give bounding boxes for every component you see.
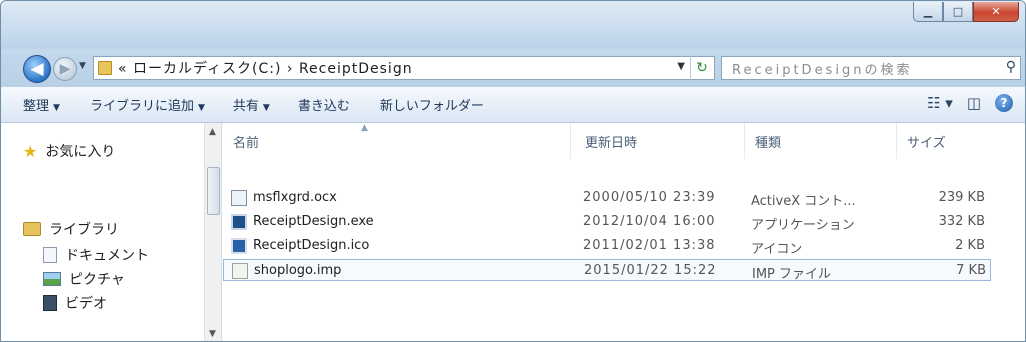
file-type: アプリケーション [751, 218, 855, 233]
file-date: 2000/05/10 23:39 [583, 190, 716, 205]
close-button[interactable]: ✕ [973, 2, 1019, 22]
scroll-up-icon[interactable]: ▲ [209, 127, 216, 137]
view-tools: ☷ ▾ ◫ ? [927, 94, 1013, 112]
burn-button[interactable]: 書き込む [298, 95, 350, 114]
file-row-selected[interactable]: shoplogo.imp 2015/01/22 15:22 IMP ファイル 7… [223, 259, 991, 282]
file-date: 2015/01/22 15:22 [584, 263, 717, 278]
search-icon[interactable]: ⚲ [1006, 59, 1016, 75]
column-header-label: サイズ [907, 135, 946, 151]
burn-label: 書き込む [297, 99, 350, 114]
nav-item-label: お気に入り [45, 144, 116, 160]
nav-item-videos[interactable]: ビデオ [43, 293, 107, 313]
star-icon: ★ [23, 141, 38, 161]
file-name: shoplogo.imp [254, 263, 342, 278]
exe-file-icon [231, 214, 247, 230]
help-icon[interactable]: ? [995, 94, 1013, 112]
file-type: IMP ファイル [752, 267, 832, 282]
nav-item-label: ピクチャ [69, 272, 125, 288]
navigation-pane: ★ お気に入り ライブラリ ドキュメント ピクチャ ビデオ ▲ ▼ [1, 123, 222, 341]
forward-button[interactable]: ▶ [53, 57, 77, 81]
file-name: msflxgrd.ocx [253, 190, 337, 205]
column-header-label: 更新日時 [585, 135, 638, 151]
share-label: 共有 [232, 99, 259, 114]
view-options-icon[interactable]: ☷ ▾ [927, 94, 953, 112]
add-to-library-button[interactable]: ライブラリに追加 ▼ [90, 95, 205, 114]
address-row: ◀ ▶ ▼ « ローカルディスク(C:) › ReceiptDesign ▼ ↻… [1, 49, 1025, 87]
title-bar: ▁ □ ✕ [1, 1, 1025, 49]
address-path[interactable]: « ローカルディスク(C:) › ReceiptDesign [118, 58, 413, 78]
column-header-name[interactable]: 名前 [223, 123, 571, 159]
file-date: 2011/02/01 13:38 [583, 238, 716, 253]
folder-icon [98, 61, 112, 75]
videos-icon [43, 295, 57, 311]
file-name: ReceiptDesign.ico [253, 238, 370, 253]
recent-pages-dropdown-icon[interactable]: ▼ [79, 61, 86, 71]
nav-item-pictures[interactable]: ピクチャ [43, 269, 125, 289]
new-folder-button[interactable]: 新しいフォルダー [380, 95, 484, 114]
explorer-window: ▁ □ ✕ ◀ ▶ ▼ « ローカルディスク(C:) › ReceiptDesi… [0, 0, 1026, 342]
command-bar: 整理 ▼ ライブラリに追加 ▼ 共有 ▼ 書き込む 新しいフォルダー ☷ ▾ ◫ ? [1, 87, 1025, 123]
file-type: アイコン [751, 242, 803, 257]
address-history-dropdown-icon[interactable]: ▼ [677, 61, 686, 72]
refresh-icon[interactable]: ↻ [690, 56, 714, 80]
column-header-date[interactable]: 更新日時 [575, 123, 745, 159]
nav-item-documents[interactable]: ドキュメント [43, 245, 149, 265]
documents-icon [43, 247, 57, 263]
nav-item-libraries[interactable]: ライブラリ [23, 219, 119, 239]
minimize-button[interactable]: ▁ [913, 2, 943, 22]
chevron-down-icon: ▼ [262, 103, 270, 113]
file-size: 7 KB [956, 263, 986, 278]
organize-label: 整理 [23, 99, 50, 114]
file-size: 239 KB [938, 190, 985, 205]
search-placeholder: ReceiptDesignの検索 [732, 62, 913, 78]
pictures-icon [43, 272, 61, 286]
address-bar[interactable]: « ローカルディスク(C:) › ReceiptDesign ▼ ↻ [93, 56, 715, 80]
file-size: 332 KB [938, 214, 985, 229]
preview-pane-icon[interactable]: ◫ [967, 94, 981, 112]
column-header-size[interactable]: サイズ [897, 123, 991, 159]
add-to-library-label: ライブラリに追加 [89, 99, 194, 114]
new-folder-label: 新しいフォルダー [379, 99, 484, 114]
file-list: 名前 ▲ 更新日時 種類 サイズ msflxgrd.ocx 2000/05/10… [223, 123, 1025, 341]
column-header-type[interactable]: 種類 [745, 123, 897, 159]
scroll-down-icon[interactable]: ▼ [209, 329, 216, 339]
file-type: ActiveX コント... [751, 194, 856, 209]
imp-file-icon [232, 263, 248, 279]
scrollbar-thumb[interactable] [207, 167, 220, 215]
file-date: 2012/10/04 16:00 [583, 214, 716, 229]
caption-buttons: ▁ □ ✕ [913, 2, 1019, 22]
column-header-label: 名前 [233, 135, 260, 151]
chevron-down-icon: ▼ [197, 103, 205, 113]
ocx-file-icon [231, 190, 247, 206]
share-button[interactable]: 共有 ▼ [233, 95, 270, 114]
chevron-down-icon: ▼ [53, 103, 60, 113]
file-row[interactable]: ReceiptDesign.ico 2011/02/01 13:38 アイコン … [223, 235, 991, 257]
sort-indicator-icon: ▲ [361, 123, 368, 133]
library-icon [23, 222, 41, 236]
file-row[interactable]: ReceiptDesign.exe 2012/10/04 16:00 アプリケー… [223, 211, 991, 233]
nav-item-label: ビデオ [65, 296, 107, 312]
nav-scrollbar[interactable]: ▲ ▼ [204, 123, 222, 341]
file-size: 2 KB [955, 238, 985, 253]
nav-item-label: ドキュメント [65, 248, 149, 264]
back-button[interactable]: ◀ [23, 55, 51, 83]
ico-file-icon [231, 238, 247, 254]
column-header-label: 種類 [755, 135, 782, 151]
organize-menu-button[interactable]: 整理 ▼ [23, 95, 60, 114]
maximize-button[interactable]: □ [943, 2, 973, 22]
nav-item-favorites[interactable]: ★ お気に入り [23, 141, 115, 161]
search-input[interactable]: ReceiptDesignの検索 ⚲ [721, 56, 1021, 80]
nav-item-label: ライブラリ [49, 222, 119, 238]
file-row[interactable]: msflxgrd.ocx 2000/05/10 23:39 ActiveX コン… [223, 187, 991, 209]
file-name: ReceiptDesign.exe [253, 214, 374, 229]
